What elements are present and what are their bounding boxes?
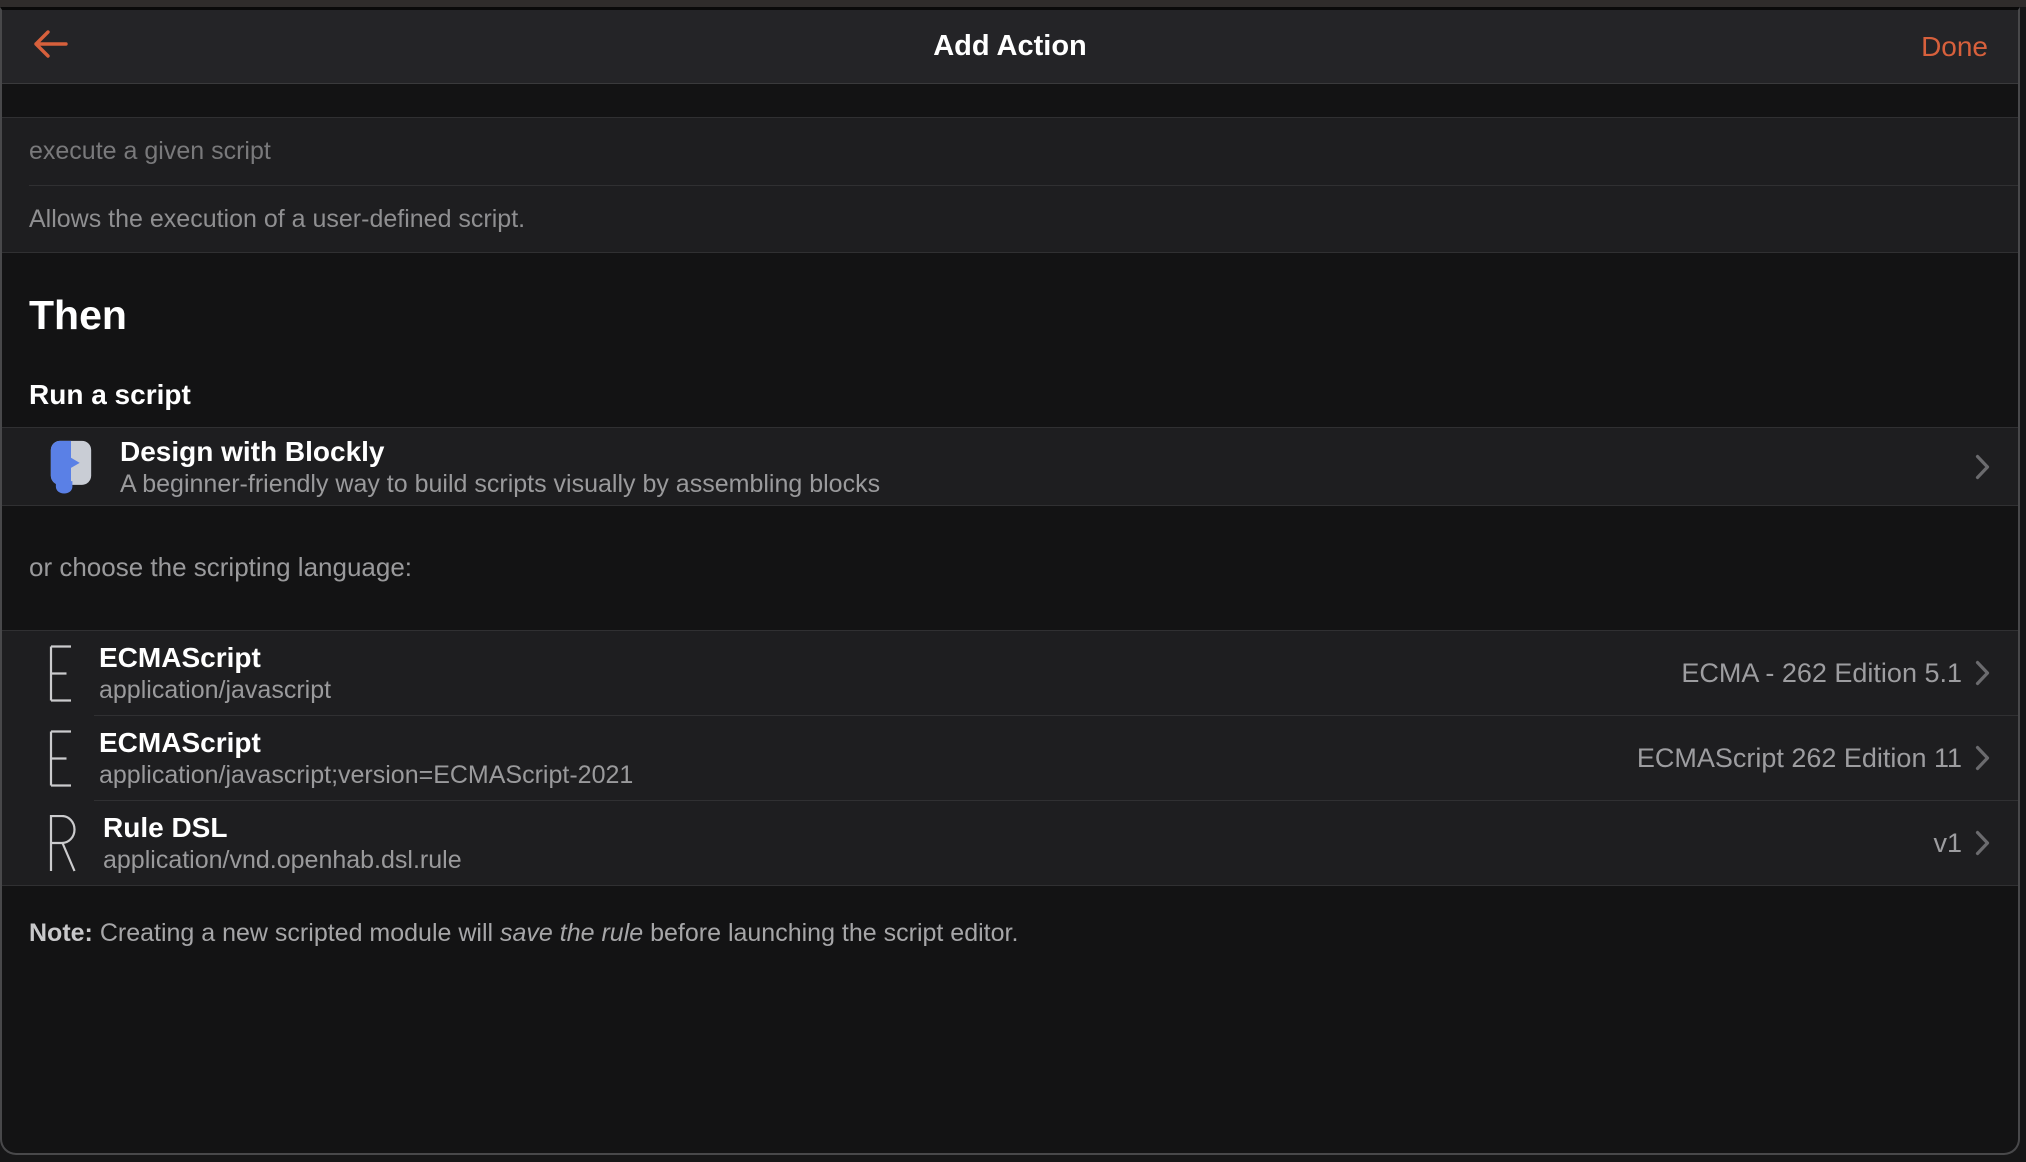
add-action-popup: Add Action Done execute a given script A… (0, 7, 2020, 1155)
note-text: Note: Creating a new scripted module wil… (29, 917, 1991, 949)
letter-r-icon (49, 814, 76, 872)
done-button[interactable]: Done (1921, 31, 1988, 63)
language-mime: application/javascript;version=ECMAScrip… (99, 761, 634, 789)
module-description: Allows the execution of a user-defined s… (29, 204, 526, 233)
backdrop-strip (0, 0, 2026, 7)
blockly-subtitle: A beginner-friendly way to build scripts… (120, 469, 881, 498)
language-item-ecmascript-2021[interactable]: ECMAScript application/javascript;versio… (2, 716, 2018, 800)
blockly-title: Design with Blockly (120, 435, 385, 467)
navbar: Add Action Done (2, 10, 2018, 84)
language-title: Rule DSL (103, 812, 228, 843)
note-italic: save the rule (500, 919, 644, 947)
module-name-input[interactable]: execute a given script (2, 118, 2018, 185)
languages-block: ECMAScript application/javascript ECMA -… (2, 630, 2018, 886)
language-version: v1 (1933, 827, 1962, 858)
language-title: ECMAScript (99, 727, 261, 758)
language-version: ECMA - 262 Edition 5.1 (1681, 657, 1962, 688)
section-subheading: Run a script (29, 379, 191, 410)
note-body: before launching the script editor. (643, 919, 1019, 947)
choose-language-label: or choose the scripting language: (29, 552, 413, 582)
section-heading: Then (29, 292, 127, 338)
language-mime: application/javascript (99, 676, 332, 704)
chevron-right-icon (1975, 454, 1990, 480)
language-item-ecmascript-5[interactable]: ECMAScript application/javascript ECMA -… (2, 631, 2018, 715)
back-button[interactable] (32, 28, 68, 65)
blockly-block-icon (49, 438, 93, 495)
note-body: Creating a new scripted module will (92, 919, 501, 947)
language-item-rule-dsl[interactable]: Rule DSL application/vnd.openhab.dsl.rul… (2, 801, 2018, 885)
language-version: ECMAScript 262 Edition 11 (1636, 742, 1962, 773)
language-mime: application/vnd.openhab.dsl.rule (103, 846, 462, 874)
arrow-left-icon (32, 28, 68, 65)
note-prefix: Note: (29, 919, 93, 947)
blockly-block: Design with Blockly A beginner-friendly … (2, 427, 2018, 506)
letter-e-icon (49, 729, 72, 787)
page-title: Add Action (933, 30, 1087, 62)
blockly-list-item[interactable]: Design with Blockly A beginner-friendly … (2, 428, 2018, 505)
chevron-right-icon (1975, 745, 1990, 771)
module-info-block: execute a given script Allows the execut… (2, 117, 2018, 253)
chevron-right-icon (1975, 830, 1990, 856)
chevron-right-icon (1975, 660, 1990, 686)
letter-e-icon (49, 644, 72, 702)
language-title: ECMAScript (99, 642, 261, 673)
